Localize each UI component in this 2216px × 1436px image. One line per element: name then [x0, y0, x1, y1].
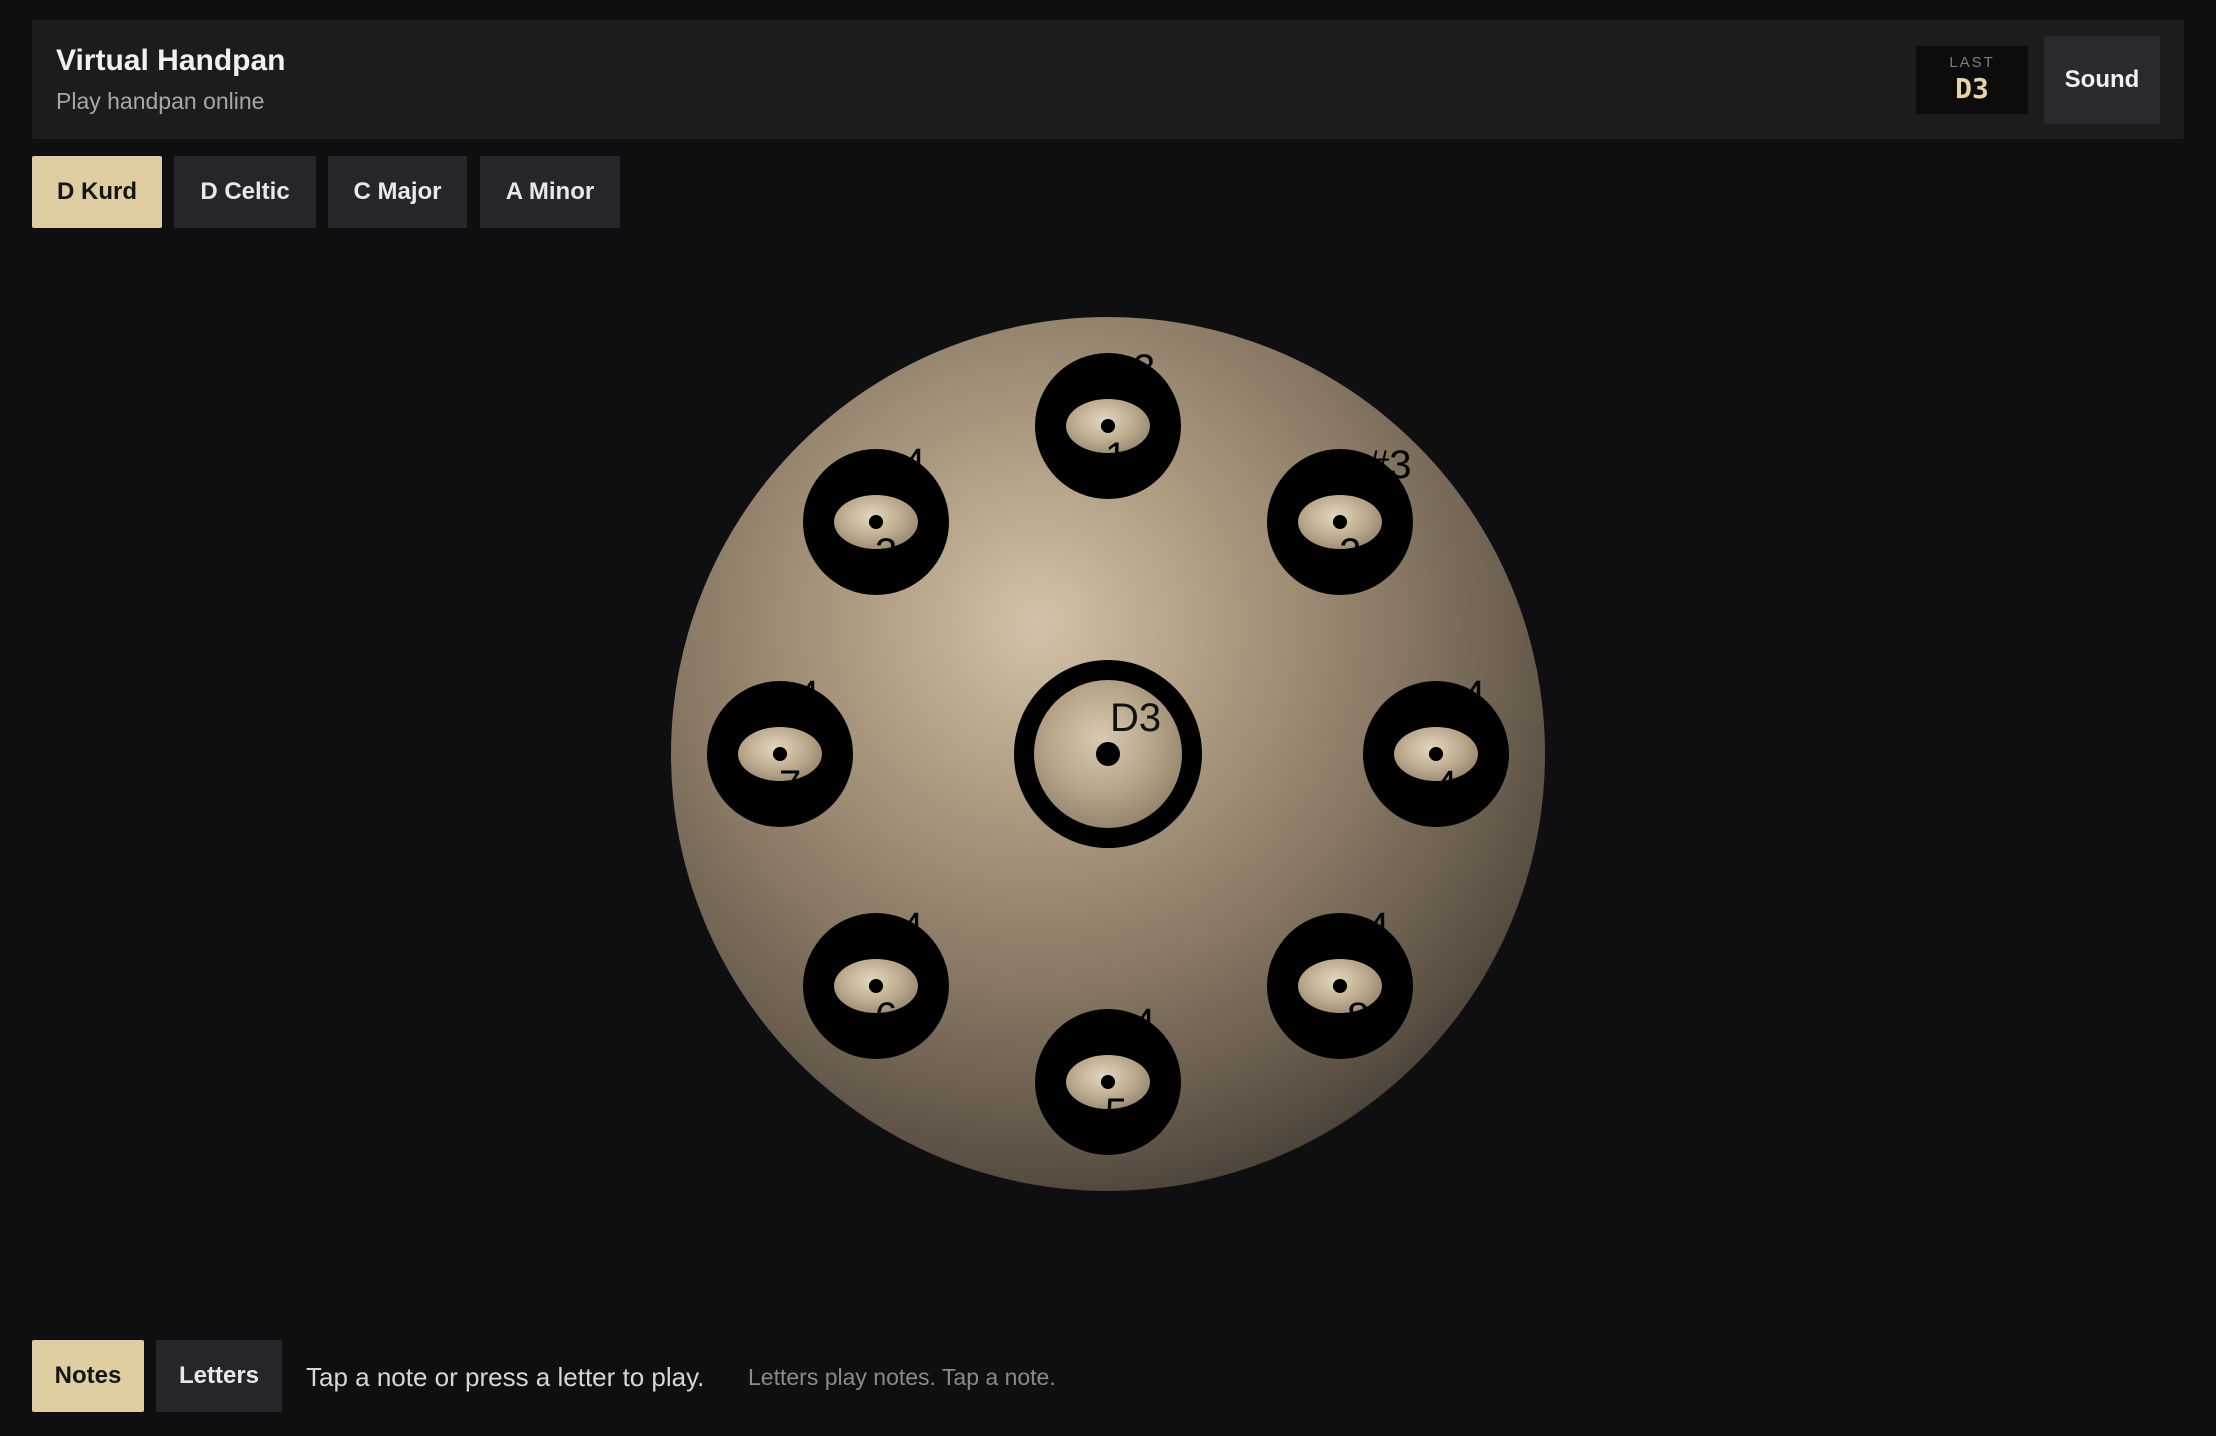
tone-label-bottom: 2	[1339, 531, 1362, 575]
ding-center-dot	[1096, 742, 1120, 766]
ding-note-d3[interactable]: D3	[1014, 660, 1202, 848]
last-note-display: LAST D3	[1916, 46, 2028, 114]
tone-label-bottom: 8	[1347, 995, 1370, 1039]
play-hint-secondary: Letters play notes. Tap a note.	[748, 1364, 1056, 1390]
app-root: Virtual Handpan Play handpan online LAST…	[0, 0, 2216, 1436]
tone-label-top: 3	[1133, 347, 1156, 391]
tone-dot	[1101, 1075, 1115, 1089]
tone-dot	[1429, 747, 1443, 761]
sound-button[interactable]: Sound	[2044, 36, 2160, 124]
tone-label-bottom: 5	[1105, 1091, 1128, 1135]
tone-dot	[869, 979, 883, 993]
letters-mode-button[interactable]: Letters	[156, 1340, 282, 1412]
tone-field-1[interactable]: 3 1	[1035, 347, 1181, 499]
tone-field-6[interactable]: 4 6	[803, 905, 949, 1059]
tone-label-top: #3	[1367, 443, 1412, 487]
notes-mode-button[interactable]: Notes	[32, 1340, 144, 1412]
tone-label-top: 4	[901, 905, 924, 949]
last-note-value: D3	[1955, 72, 1989, 105]
last-note-label: LAST	[1949, 54, 1995, 71]
tone-field-5[interactable]: 4 5	[1035, 1001, 1181, 1155]
scale-tab-d-kurd[interactable]: D Kurd	[32, 156, 162, 228]
tone-label-bottom: 3	[875, 531, 898, 575]
tone-label-top: 4	[1463, 673, 1486, 717]
tone-dot	[1333, 979, 1347, 993]
tone-dot	[1333, 515, 1347, 529]
tone-dot	[773, 747, 787, 761]
tone-field-3[interactable]: 4 3	[803, 441, 949, 595]
scale-tab-a-minor[interactable]: A Minor	[480, 156, 620, 228]
tone-label-top: 4	[1367, 905, 1390, 949]
tone-label-bottom: 1	[1105, 435, 1128, 479]
tone-dot	[869, 515, 883, 529]
tone-field-8[interactable]: 4 8	[1267, 905, 1413, 1059]
app-header: Virtual Handpan Play handpan online LAST…	[32, 20, 2184, 139]
tone-label-top: 4	[797, 673, 820, 717]
app-title: Virtual Handpan	[56, 44, 286, 77]
tone-label-top: 4	[903, 441, 926, 485]
scale-tab-c-major[interactable]: C Major	[328, 156, 467, 228]
tone-field-7[interactable]: 4 7	[707, 673, 853, 827]
ding-label: D3	[1110, 696, 1162, 740]
handpan-body: D3 3 1 #3 2 4 3 4 4 4 5 4 6 4 7 4 8	[671, 317, 1545, 1191]
tone-field-2[interactable]: #3 2	[1267, 443, 1413, 595]
tone-label-bottom: 4	[1435, 763, 1458, 807]
tone-label-bottom: 6	[875, 995, 898, 1039]
app-subtitle: Play handpan online	[56, 88, 265, 114]
play-hint: Tap a note or press a letter to play.	[306, 1362, 705, 1392]
scale-tab-d-celtic[interactable]: D Celtic	[174, 156, 316, 228]
tone-dot	[1101, 419, 1115, 433]
tone-field-4[interactable]: 4 4	[1363, 673, 1509, 827]
footer-controls: Notes Letters Tap a note or press a lett…	[32, 1340, 2184, 1412]
tone-label-bottom: 7	[779, 763, 802, 807]
tone-label-top: 4	[1133, 1001, 1156, 1045]
